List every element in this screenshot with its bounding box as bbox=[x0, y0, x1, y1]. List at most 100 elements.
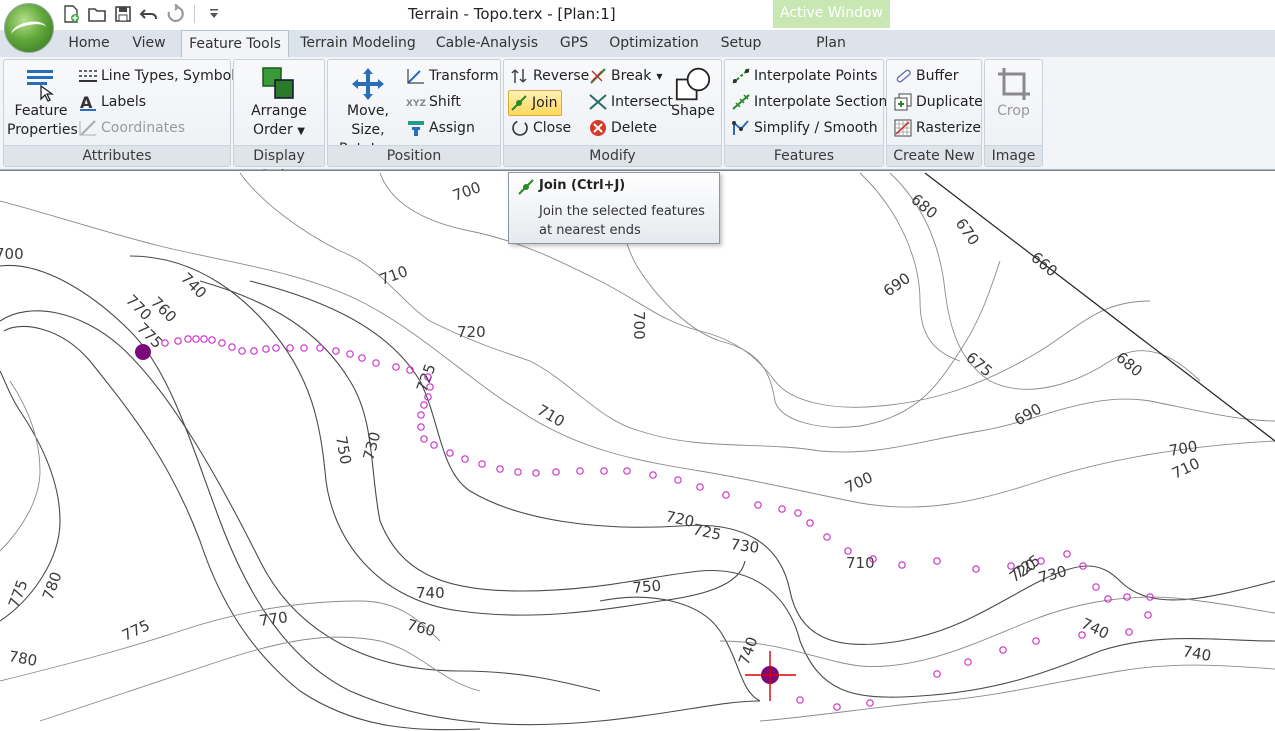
undo-icon[interactable] bbox=[136, 3, 162, 25]
image-group-label: Image bbox=[985, 145, 1042, 166]
intersect-icon bbox=[588, 92, 608, 112]
shape-label: Shape bbox=[671, 103, 715, 119]
group-features: Interpolate Points Interpolate Sections … bbox=[724, 59, 895, 167]
contour-label: 740 bbox=[416, 584, 445, 602]
contour-line bbox=[379, 172, 1151, 408]
tab-optimization[interactable]: Optimization bbox=[606, 30, 702, 57]
contour-label: 675 bbox=[962, 348, 996, 380]
contour-line bbox=[0, 600, 441, 682]
close-shape-icon bbox=[510, 118, 530, 138]
group-modify: Reverse Join Close Break ▼ Intersect Del… bbox=[503, 59, 722, 167]
contour-label: 760 bbox=[405, 615, 437, 640]
shape-icon bbox=[675, 66, 711, 102]
transform-button[interactable]: Transform bbox=[406, 64, 499, 88]
contour-line bbox=[0, 380, 41, 552]
contour-label: 775 bbox=[119, 616, 153, 644]
coordinates-button[interactable]: Coordinates bbox=[78, 116, 185, 140]
contour-line bbox=[39, 636, 481, 722]
tab-setup[interactable]: Setup bbox=[714, 30, 768, 57]
shift-xyz-icon: XYZ bbox=[406, 92, 426, 112]
open-folder-icon[interactable] bbox=[84, 3, 110, 25]
tab-home[interactable]: Home bbox=[60, 30, 118, 57]
contour-line bbox=[249, 280, 1275, 646]
join-tooltip: Join (Ctrl+J) Join the selected features… bbox=[508, 172, 720, 244]
contour-label: 660 bbox=[1027, 248, 1061, 280]
redo-icon[interactable] bbox=[162, 3, 188, 25]
tooltip-description: Join the selected features at nearest en… bbox=[539, 204, 705, 238]
intersect-button[interactable]: Intersect bbox=[588, 90, 673, 114]
save-icon[interactable] bbox=[110, 3, 136, 25]
contour-label: 780 bbox=[7, 647, 38, 670]
break-button[interactable]: Break ▼ bbox=[588, 64, 663, 88]
simplify-smooth-button[interactable]: Simplify / Smooth bbox=[731, 116, 878, 140]
contour-label: 750 bbox=[632, 577, 662, 597]
selected-feature-vertices bbox=[161, 335, 1154, 711]
app-menu-logo-icon[interactable] bbox=[4, 3, 54, 53]
tab-terrain-modeling[interactable]: Terrain Modeling bbox=[296, 30, 420, 57]
duplicate-label: Duplicate bbox=[916, 94, 983, 110]
qat-separator bbox=[194, 5, 195, 23]
intersect-label: Intersect bbox=[611, 94, 673, 110]
customize-dropdown-icon[interactable] bbox=[201, 3, 227, 25]
delete-label: Delete bbox=[611, 120, 657, 136]
contour-label: 730 bbox=[729, 535, 760, 557]
arrange-order-button[interactable]: Arrange Order ▼ bbox=[240, 66, 318, 141]
feature-properties-button[interactable]: Feature Properties bbox=[7, 66, 78, 140]
delete-button[interactable]: Delete bbox=[588, 116, 657, 140]
tab-feature-tools[interactable]: Feature Tools bbox=[181, 30, 289, 59]
interpolate-points-label: Interpolate Points bbox=[754, 68, 878, 84]
modify-group-label: Modify bbox=[504, 145, 721, 166]
interpolate-points-icon bbox=[731, 66, 751, 86]
contour-line bbox=[129, 255, 746, 616]
contour-label: 725 bbox=[691, 520, 723, 544]
shape-button[interactable]: Shape bbox=[668, 66, 718, 121]
buffer-icon bbox=[893, 66, 913, 86]
crop-button[interactable]: Crop bbox=[987, 66, 1040, 121]
contour-label: 750 bbox=[332, 435, 355, 466]
line-types-icon bbox=[78, 66, 98, 86]
shift-button[interactable]: XYZ Shift bbox=[406, 90, 461, 114]
interpolate-sections-button[interactable]: Interpolate Sections bbox=[731, 90, 895, 114]
join-label: Join bbox=[532, 95, 558, 111]
contour-label: 700 bbox=[842, 468, 876, 496]
contour-line bbox=[599, 596, 761, 702]
duplicate-icon bbox=[893, 92, 913, 112]
contour-label: 700 bbox=[450, 178, 483, 205]
assign-button[interactable]: Assign bbox=[406, 116, 475, 140]
create-new-group-label: Create New bbox=[887, 145, 981, 166]
labels-icon: A bbox=[78, 92, 98, 112]
topo-map-canvas[interactable]: 700 710 720 740 760 770 775 750 730 725 … bbox=[0, 170, 1275, 731]
tab-gps[interactable]: GPS bbox=[552, 30, 596, 57]
buffer-button[interactable]: Buffer bbox=[893, 64, 959, 88]
tab-cable-analysis[interactable]: Cable-Analysis bbox=[432, 30, 542, 57]
tab-view[interactable]: View bbox=[125, 30, 173, 57]
assign-icon bbox=[406, 118, 426, 138]
feature-endpoint-marker[interactable] bbox=[135, 344, 151, 360]
tab-plan[interactable]: Plan bbox=[800, 30, 862, 57]
contour-line bbox=[239, 172, 1275, 453]
arrange-order-label-1: Arrange bbox=[251, 103, 307, 119]
contour-label: 710 bbox=[377, 262, 410, 289]
contour-line bbox=[199, 280, 1275, 698]
contour-label: 680 bbox=[1112, 348, 1146, 380]
reverse-button[interactable]: Reverse bbox=[510, 64, 589, 88]
feature-properties-label-2: Properties bbox=[7, 122, 78, 138]
labels-button[interactable]: A Labels bbox=[78, 90, 146, 114]
join-icon bbox=[517, 178, 535, 196]
feature-properties-icon bbox=[23, 66, 59, 102]
features-group-label: Features bbox=[725, 145, 883, 166]
join-button[interactable]: Join bbox=[508, 90, 563, 116]
contour-map[interactable]: 700 710 720 740 760 770 775 750 730 725 … bbox=[0, 171, 1275, 731]
interpolate-points-button[interactable]: Interpolate Points bbox=[731, 64, 877, 88]
rasterize-button[interactable]: Rasterize bbox=[893, 116, 981, 140]
contour-label: 720 bbox=[664, 507, 696, 531]
close-button[interactable]: Close bbox=[510, 116, 571, 140]
contour-label: 700 bbox=[0, 245, 24, 263]
new-document-icon[interactable] bbox=[58, 3, 84, 25]
contour-line bbox=[3, 325, 481, 731]
duplicate-button[interactable]: Duplicate bbox=[893, 90, 983, 114]
contextual-tab-group-label: Active Window bbox=[773, 0, 890, 28]
line-types-symbols-button[interactable]: Line Types, Symbols bbox=[78, 64, 242, 88]
move-arrows-icon bbox=[350, 66, 386, 102]
crop-label: Crop bbox=[997, 103, 1030, 119]
